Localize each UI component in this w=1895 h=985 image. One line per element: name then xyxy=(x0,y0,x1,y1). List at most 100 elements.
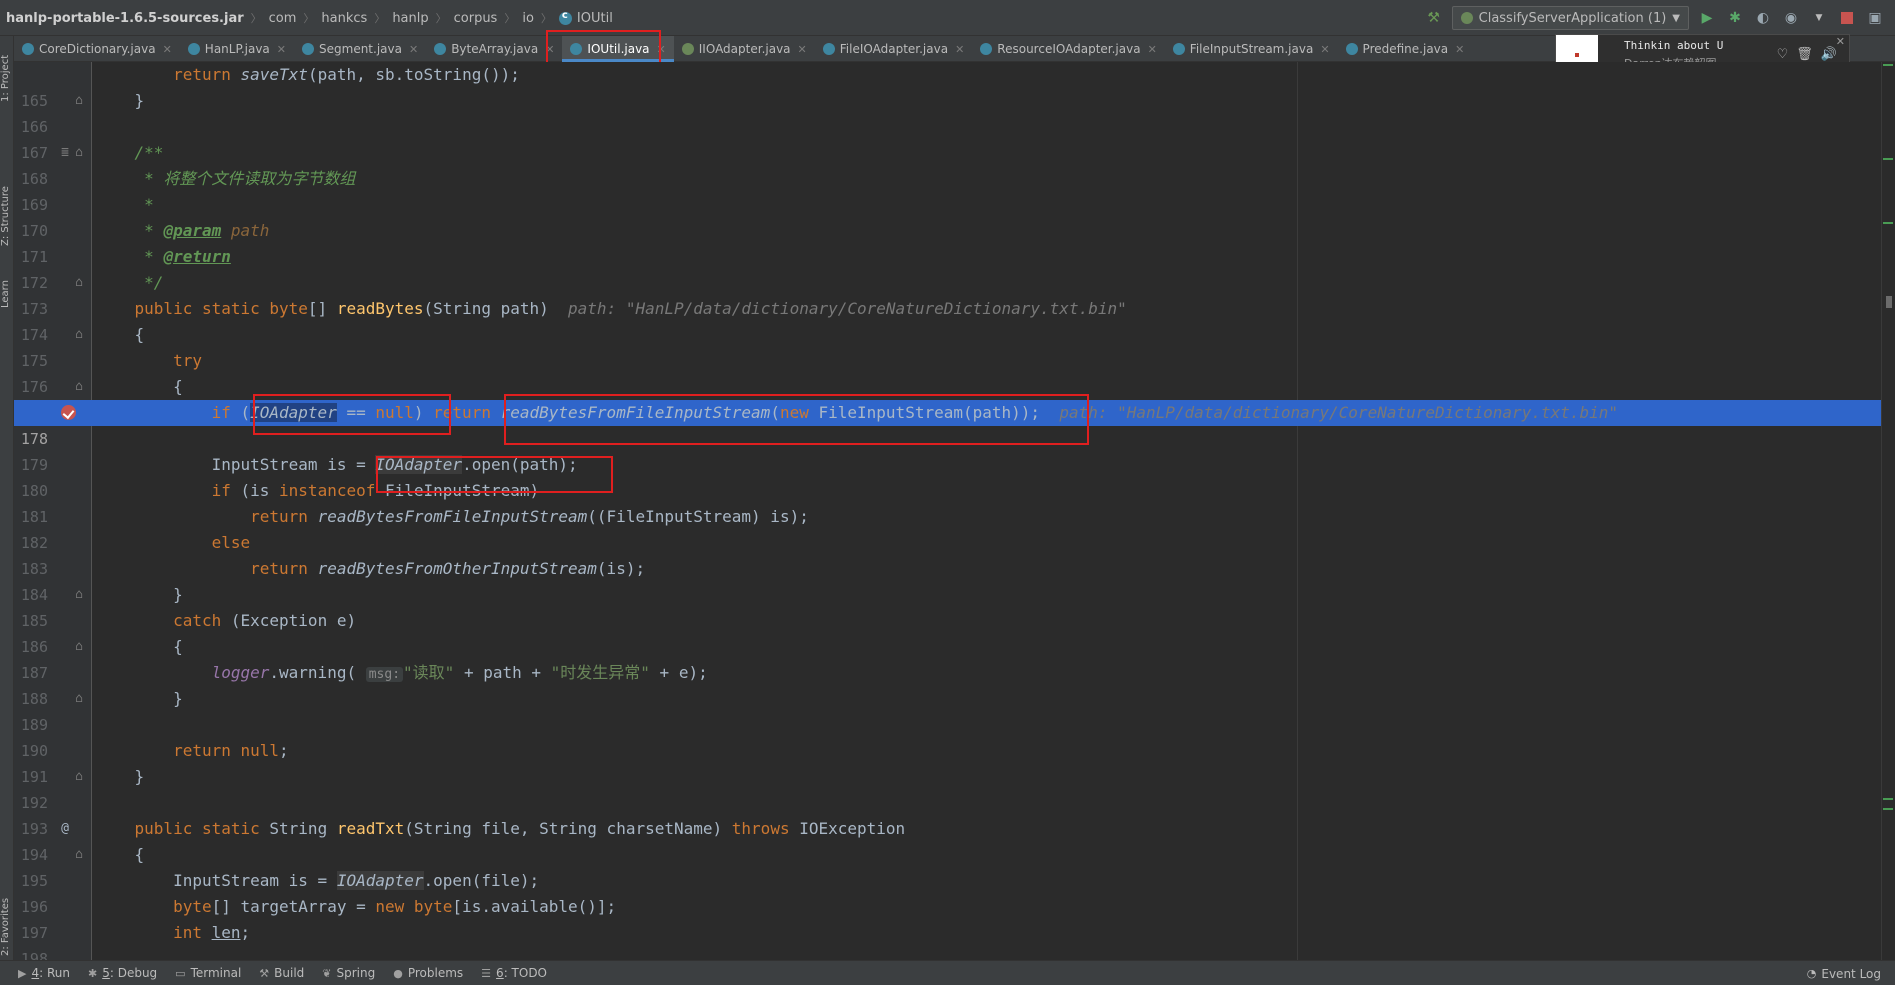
breadcrumb-file[interactable]: IOUtil xyxy=(558,10,613,26)
breadcrumb-package[interactable]: corpus xyxy=(454,11,498,26)
close-icon[interactable]: ✕ xyxy=(163,43,172,56)
fold-icon[interactable]: ⌂ xyxy=(72,374,86,400)
close-icon[interactable]: ✕ xyxy=(1836,35,1845,48)
tool-build[interactable]: ⚒ Build xyxy=(259,966,304,980)
fold-icon[interactable]: ⌂ xyxy=(72,88,86,114)
navigation-bar: hanlp-portable-1.6.5-sources.jar 〉 com 〉… xyxy=(0,0,1895,36)
chevron-right-icon: 〉 xyxy=(374,12,386,25)
code-line: 180 InputStream is = IOAdapter.open(path… xyxy=(14,452,1895,500)
chevron-right-icon: 〉 xyxy=(540,12,552,25)
code-text: byte[] targetArray = new byte[is.availab… xyxy=(173,897,617,916)
code-line: 165 return saveTxt(path, sb.toString()); xyxy=(14,62,1895,110)
fold-icon[interactable]: ⌂ xyxy=(72,764,86,790)
breadcrumb-package[interactable]: hanlp xyxy=(392,11,428,26)
tab-ioutil[interactable]: IOUtil.java ✕ xyxy=(562,36,675,62)
tool-run[interactable]: ▶ 4: Run xyxy=(18,966,70,980)
trash-icon[interactable]: 🗑 xyxy=(1796,47,1813,62)
code-line: 195 ⌂ { xyxy=(14,842,1895,890)
code-text: if (IOAdapter == null) return readBytesF… xyxy=(211,403,1619,422)
tab-iioadapter[interactable]: IIOAdapter.java ✕ xyxy=(674,36,815,62)
tab-predefine[interactable]: Predefine.java ✕ xyxy=(1338,36,1473,62)
breadcrumb-package[interactable]: io xyxy=(522,11,534,26)
fold-icon[interactable]: ⌂ xyxy=(72,582,86,608)
tool-debug[interactable]: ✱ 5: Debug xyxy=(88,966,157,980)
breadcrumb-package[interactable]: hankcs xyxy=(321,11,367,26)
code-line: 186 catch (Exception e) xyxy=(14,608,1895,656)
chevron-right-icon: 〉 xyxy=(250,12,262,25)
tool-window-learn[interactable]: Learn xyxy=(0,268,14,308)
class-icon xyxy=(570,43,583,55)
tool-problems[interactable]: ● Problems xyxy=(393,966,463,980)
close-icon[interactable]: ✕ xyxy=(657,43,666,56)
tab-segment[interactable]: Segment.java ✕ xyxy=(294,36,426,62)
close-icon[interactable]: ✕ xyxy=(1320,43,1329,56)
close-icon[interactable]: ✕ xyxy=(955,43,964,56)
breadcrumb-package[interactable]: com xyxy=(269,11,297,26)
code-line: 187 ⌂ { xyxy=(14,634,1895,682)
code-text: * @param path xyxy=(96,221,270,240)
terminal-icon: ▭ xyxy=(175,966,186,980)
tab-fileioadapter[interactable]: FileIOAdapter.java ✕ xyxy=(815,36,973,62)
tab-bytearray[interactable]: ByteArray.java ✕ xyxy=(426,36,562,62)
volume-icon[interactable]: 🔊 xyxy=(1821,47,1837,62)
run-config-select[interactable]: ClassifyServerApplication (1) ▼ xyxy=(1451,6,1689,30)
close-icon[interactable]: ✕ xyxy=(277,43,286,56)
tool-spring[interactable]: ❦ Spring xyxy=(322,966,375,980)
tool-window-favorites[interactable]: 2: Favorites xyxy=(0,876,14,956)
project-structure-icon[interactable]: ▣ xyxy=(1865,8,1885,28)
tab-hanlp[interactable]: HanLP.java ✕ xyxy=(180,36,294,62)
code-line: 179 xyxy=(14,426,1895,474)
fold-icon[interactable]: ⌂ xyxy=(72,634,86,660)
close-icon[interactable]: ✕ xyxy=(1455,43,1464,56)
code-text: { xyxy=(96,845,145,864)
chevron-down-icon[interactable]: ▼ xyxy=(1809,8,1829,28)
code-text: int len; xyxy=(173,923,251,942)
debug-icon[interactable]: ✱ xyxy=(1725,8,1745,28)
run-toolbar: ⚒ ClassifyServerApplication (1) ▼ ▶ ✱ ◐ … xyxy=(1424,0,1895,36)
code-text: return null; xyxy=(173,741,289,760)
heart-icon[interactable]: ♡ xyxy=(1777,47,1789,62)
fold-icon[interactable]: ⌂ xyxy=(72,140,86,166)
scroll-thumb[interactable] xyxy=(1886,296,1892,308)
stop-icon[interactable] xyxy=(1837,8,1857,28)
close-icon[interactable]: ✕ xyxy=(409,43,418,56)
profile-icon[interactable]: ◉ xyxy=(1781,8,1801,28)
class-icon xyxy=(980,43,993,55)
code-text: { xyxy=(96,325,145,344)
tool-terminal[interactable]: ▭ Terminal xyxy=(175,966,241,980)
tool-window-project[interactable]: 1: Project xyxy=(0,42,14,102)
code-line: 193 xyxy=(14,790,1895,838)
tool-window-structure[interactable]: Z: Structure xyxy=(0,166,14,246)
tab-fileinputstream[interactable]: FileInputStream.java ✕ xyxy=(1165,36,1338,62)
run-icon[interactable]: ▶ xyxy=(1697,8,1717,28)
breakpoint-icon[interactable] xyxy=(61,405,76,420)
parameter-hint: msg: xyxy=(365,667,404,682)
close-icon[interactable]: ✕ xyxy=(798,43,807,56)
tool-todo[interactable]: ☰ 6: TODO xyxy=(481,966,547,980)
code-text: try xyxy=(173,351,202,370)
code-text: /** xyxy=(96,143,164,162)
fold-icon[interactable]: ⌂ xyxy=(72,270,86,296)
close-icon[interactable]: ✕ xyxy=(1148,43,1157,56)
tab-resourceioadapter[interactable]: ResourceIOAdapter.java ✕ xyxy=(972,36,1165,62)
close-icon[interactable]: ✕ xyxy=(545,43,554,56)
code-line: 181 if (is instanceof FileInputStream) xyxy=(14,478,1895,526)
breadcrumb-jar[interactable]: hanlp-portable-1.6.5-sources.jar xyxy=(6,11,244,26)
doc-render-icon[interactable]: ≣ xyxy=(58,140,72,166)
fold-icon[interactable]: ⌂ xyxy=(72,842,86,868)
override-at-icon[interactable]: @ xyxy=(58,816,72,842)
code-editor[interactable]: 165 return saveTxt(path, sb.toString());… xyxy=(14,62,1895,960)
tab-coredictionary[interactable]: CoreDictionary.java ✕ xyxy=(14,36,180,62)
editor-scrollbar[interactable] xyxy=(1881,62,1895,960)
tool-window-bar: ▶ 4: Run ✱ 5: Debug ▭ Terminal ⚒ Build ❦ Spri… xyxy=(0,960,1895,985)
code-line: 169 * 将整个文件读取为字节数组 xyxy=(14,166,1895,214)
build-hammer-icon[interactable]: ⚒ xyxy=(1424,8,1444,28)
code-text: */ xyxy=(96,273,164,292)
code-text: public static String readTxt(String file… xyxy=(134,819,906,838)
coverage-icon[interactable]: ◐ xyxy=(1753,8,1773,28)
code-line: 167 xyxy=(14,114,1895,162)
fold-icon[interactable]: ⌂ xyxy=(72,322,86,348)
event-log-button[interactable]: ◔ Event Log xyxy=(1807,961,1881,985)
fold-icon[interactable]: ⌂ xyxy=(72,686,86,712)
tab-label: IOUtil.java xyxy=(587,42,650,56)
